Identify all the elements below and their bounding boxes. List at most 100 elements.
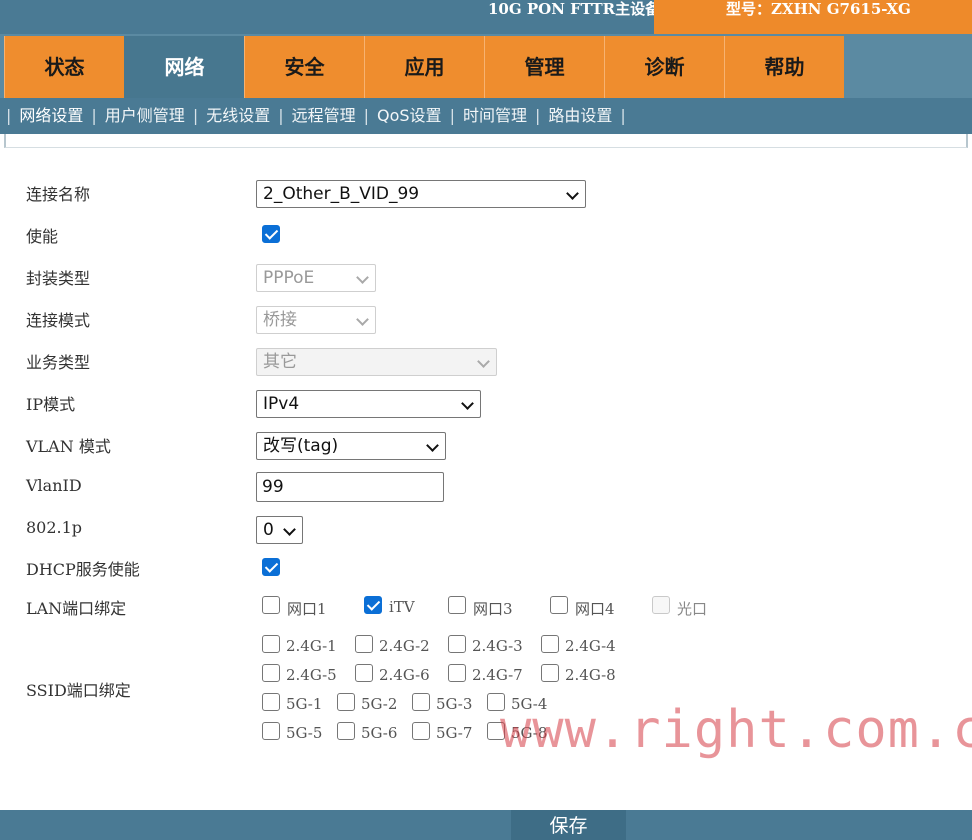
vlan-id-label: VlanID [26, 476, 82, 495]
ssid-5g-5-checkbox[interactable] [262, 722, 280, 740]
dhcp-service-label: DHCP服务使能 [26, 560, 140, 579]
subnav-time-management[interactable]: 时间管理 [455, 98, 535, 134]
connection-name-label: 连接名称 [26, 185, 91, 204]
tab-application[interactable]: 应用 [364, 36, 484, 98]
lan-port1-label: 网口1 [287, 600, 327, 618]
lan-port3-label: 网口3 [473, 600, 513, 618]
ssid-24g-7-checkbox[interactable] [448, 664, 466, 682]
tab-management[interactable]: 管理 [484, 36, 604, 98]
subnav-qos-settings[interactable]: QoS设置 [369, 98, 450, 134]
subnav-separator: | [620, 106, 626, 125]
sub-nav: | 网络设置 | 用户侧管理 | 无线设置 | 远程管理 | QoS设置 | 时间管理 | 路由设置 | [0, 98, 972, 134]
lan-itv-checkbox[interactable] [364, 596, 382, 614]
chevron-down-icon [356, 271, 369, 284]
ip-mode-value: IPv4 [263, 394, 300, 414]
ssid-binding-label: SSID端口绑定 [26, 681, 131, 700]
vlan-id-input[interactable]: 99 [256, 472, 444, 502]
ssid-5g-3-checkbox[interactable] [412, 693, 430, 711]
ssid-24g-3-label: 2.4G-3 [472, 637, 523, 655]
ssid-24g-1-checkbox[interactable] [262, 635, 280, 653]
priority-8021p-select[interactable]: 0 [256, 516, 303, 544]
lan-port1-checkbox[interactable] [262, 596, 280, 614]
watermark-text: www.right.com.cn [500, 700, 972, 760]
priority-8021p-label: 802.1p [26, 518, 83, 537]
lan-optical-checkbox [652, 596, 670, 614]
enable-label: 使能 [26, 227, 59, 246]
subnav-wireless-settings[interactable]: 无线设置 [198, 98, 278, 134]
chevron-down-icon [461, 397, 474, 410]
subnav-remote-management[interactable]: 远程管理 [284, 98, 364, 134]
dhcp-service-checkbox[interactable] [262, 558, 280, 576]
connection-mode-label: 连接模式 [26, 311, 91, 330]
tab-diagnosis[interactable]: 诊断 [604, 36, 724, 98]
enable-checkbox[interactable] [262, 225, 280, 243]
ssid-5g-2-label: 5G-2 [361, 695, 398, 713]
product-title: 10G PON FTTR主设备 [488, 0, 661, 18]
encapsulation-label: 封装类型 [26, 269, 91, 288]
top-banner: 10G PON FTTR主设备 型号：ZXHN G7615-XG [0, 0, 972, 34]
ssid-5g-4-label: 5G-4 [511, 695, 548, 713]
ip-mode-select[interactable]: IPv4 [256, 390, 481, 418]
ssid-5g-6-checkbox[interactable] [337, 722, 355, 740]
ssid-5g-8-label: 5G-8 [511, 724, 548, 742]
subnav-routing-settings[interactable]: 路由设置 [540, 98, 620, 134]
ssid-24g-2-checkbox[interactable] [355, 635, 373, 653]
tab-security[interactable]: 安全 [244, 36, 364, 98]
ssid-24g-3-checkbox[interactable] [448, 635, 466, 653]
ssid-5g-1-label: 5G-1 [286, 695, 323, 713]
ssid-5g-8-checkbox[interactable] [487, 722, 505, 740]
ssid-24g-8-label: 2.4G-8 [565, 666, 616, 684]
ssid-5g-5-label: 5G-5 [286, 724, 323, 742]
lan-port3-checkbox[interactable] [448, 596, 466, 614]
tab-network[interactable]: 网络 [124, 36, 244, 98]
ssid-5g-1-checkbox[interactable] [262, 693, 280, 711]
ssid-5g-4-checkbox[interactable] [487, 693, 505, 711]
footer-bar: 保存 [0, 810, 972, 840]
lan-port4-label: 网口4 [575, 600, 615, 618]
ssid-24g-6-label: 2.4G-6 [379, 666, 430, 684]
connection-mode-select: 桥接 [256, 306, 376, 334]
ssid-24g-6-checkbox[interactable] [355, 664, 373, 682]
chevron-down-icon [356, 313, 369, 326]
ssid-5g-7-checkbox[interactable] [412, 722, 430, 740]
tab-status[interactable]: 状态 [4, 36, 124, 98]
subnav-network-settings[interactable]: 网络设置 [11, 98, 91, 134]
service-type-value: 其它 [263, 352, 297, 372]
chevron-down-icon [477, 355, 490, 368]
ssid-24g-8-checkbox[interactable] [541, 664, 559, 682]
main-nav: 状态 网络 安全 应用 管理 诊断 帮助 [0, 34, 972, 98]
ssid-5g-7-label: 5G-7 [436, 724, 473, 742]
ssid-24g-5-checkbox[interactable] [262, 664, 280, 682]
vlan-mode-label: VLAN 模式 [26, 437, 111, 456]
ssid-24g-4-checkbox[interactable] [541, 635, 559, 653]
service-type-select: 其它 [256, 348, 497, 376]
ssid-5g-6-label: 5G-6 [361, 724, 398, 742]
chevron-down-icon [283, 523, 296, 536]
tab-help[interactable]: 帮助 [724, 36, 844, 98]
connection-name-value: 2_Other_B_VID_99 [263, 184, 420, 204]
ip-mode-label: IP模式 [26, 395, 76, 414]
priority-8021p-value: 0 [263, 520, 274, 540]
encapsulation-value: PPPoE [263, 268, 315, 288]
content-top-border [4, 134, 968, 148]
model-title: 型号：ZXHN G7615-XG [726, 0, 911, 18]
lan-optical-label: 光口 [677, 600, 708, 618]
service-type-label: 业务类型 [26, 353, 91, 372]
ssid-24g-5-label: 2.4G-5 [286, 666, 337, 684]
ssid-5g-3-label: 5G-3 [436, 695, 473, 713]
encapsulation-select: PPPoE [256, 264, 376, 292]
lan-itv-label: iTV [389, 598, 415, 616]
vlan-mode-value: 改写(tag) [263, 436, 339, 456]
connection-name-select[interactable]: 2_Other_B_VID_99 [256, 180, 586, 208]
lan-port4-checkbox[interactable] [550, 596, 568, 614]
chevron-down-icon [566, 187, 579, 200]
vlan-mode-select[interactable]: 改写(tag) [256, 432, 446, 460]
ssid-5g-2-checkbox[interactable] [337, 693, 355, 711]
ssid-24g-1-label: 2.4G-1 [286, 637, 337, 655]
save-button[interactable]: 保存 [511, 810, 626, 840]
ssid-24g-4-label: 2.4G-4 [565, 637, 616, 655]
subnav-user-side-management[interactable]: 用户侧管理 [97, 98, 193, 134]
lan-binding-label: LAN端口绑定 [26, 599, 127, 618]
ssid-24g-2-label: 2.4G-2 [379, 637, 430, 655]
chevron-down-icon [426, 439, 439, 452]
